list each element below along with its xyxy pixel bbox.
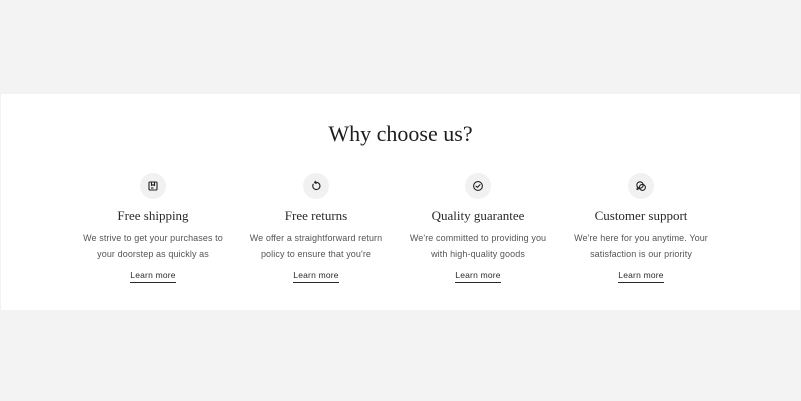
- feature-description: We strive to get your purchases to your …: [83, 233, 223, 259]
- learn-more-link[interactable]: Learn more: [293, 270, 339, 283]
- section-title: Why choose us?: [328, 121, 473, 146]
- feature-free-shipping: Free shipping We strive to get your purc…: [78, 173, 228, 283]
- feature-title: Quality guarantee: [431, 208, 525, 223]
- package-icon: [140, 173, 166, 199]
- feature-title: Customer support: [594, 208, 688, 223]
- return-arrow-icon: [303, 173, 329, 199]
- learn-more-link[interactable]: Learn more: [618, 270, 664, 283]
- feature-customer-support: Customer support We're here for you anyt…: [566, 173, 716, 283]
- feature-description: We're here for you anytime. Your satisfa…: [574, 233, 708, 259]
- feature-title: Free returns: [284, 208, 348, 223]
- learn-more-link[interactable]: Learn more: [455, 270, 501, 283]
- feature-title: Free shipping: [117, 208, 189, 223]
- check-circle-icon: [465, 173, 491, 199]
- feature-quality-guarantee: Quality guarantee We're committed to pro…: [403, 173, 553, 283]
- feature-free-returns: Free returns We offer a straightforward …: [241, 173, 391, 283]
- learn-more-link[interactable]: Learn more: [130, 270, 176, 283]
- feature-description: We offer a straightforward return policy…: [249, 233, 383, 259]
- feature-description: We're committed to providing you with hi…: [409, 233, 547, 259]
- chat-bubbles-icon: [628, 173, 654, 199]
